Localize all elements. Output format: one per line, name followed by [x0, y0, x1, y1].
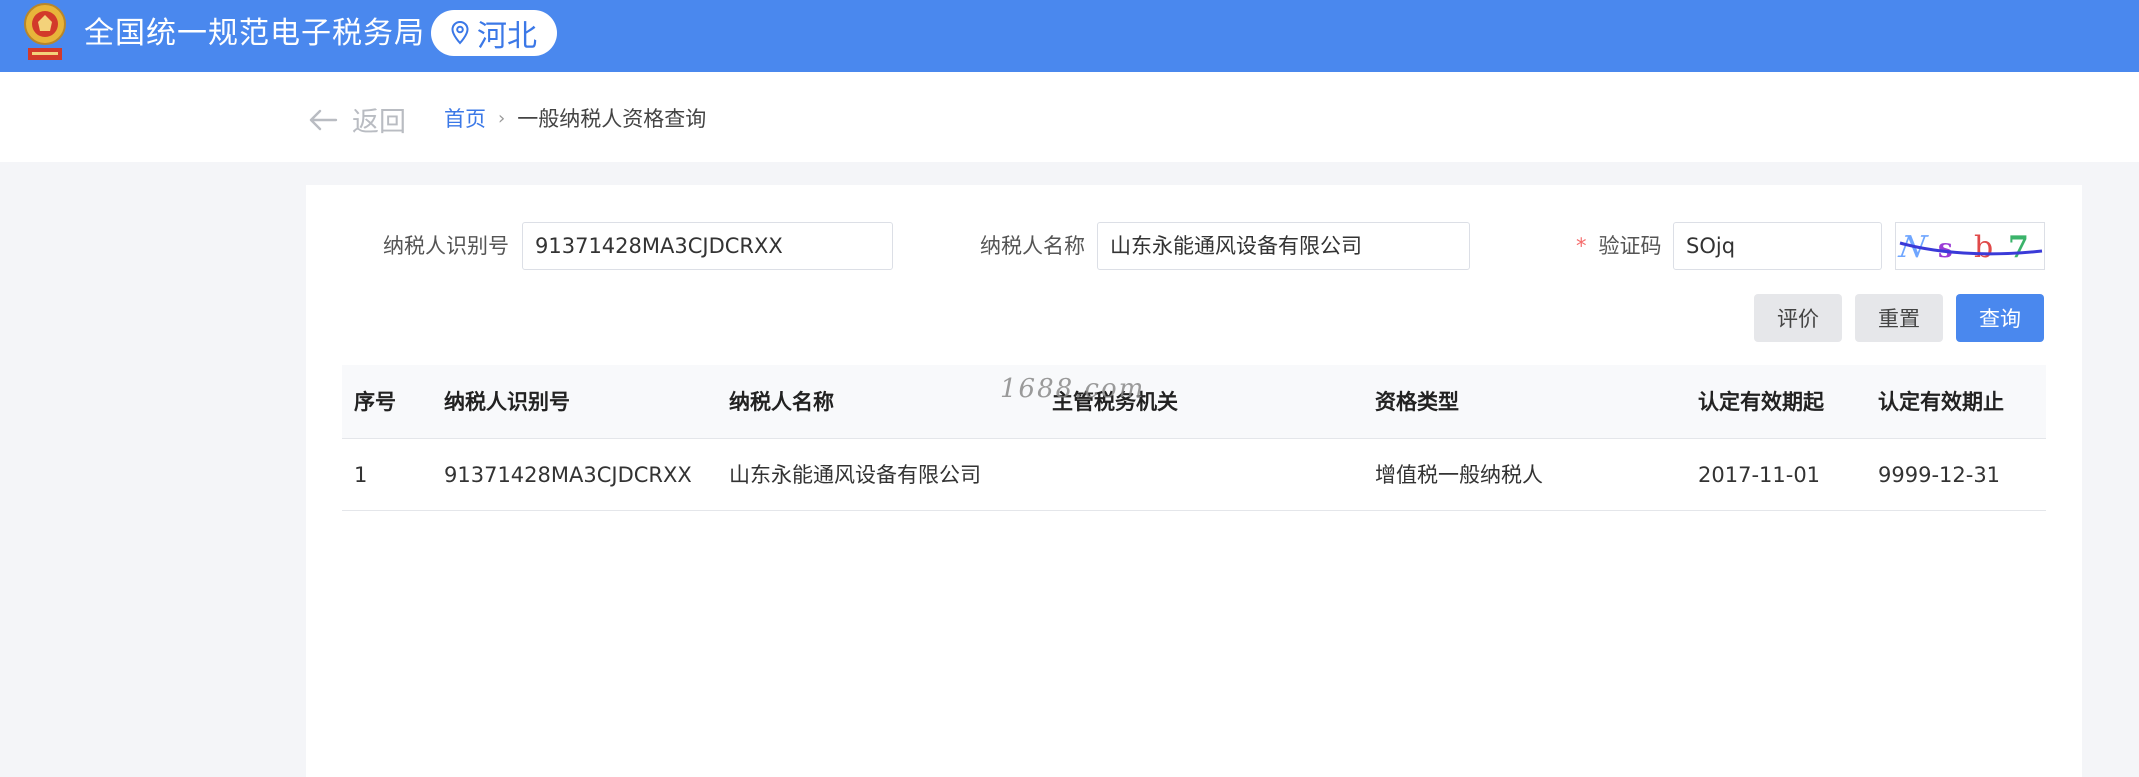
top-header: 全国统一规范电子税务局 河北 [0, 0, 2139, 72]
captcha-input[interactable]: SOjq [1673, 222, 1882, 270]
site-title[interactable]: 全国统一规范电子税务局 [84, 14, 425, 54]
col-header-taxpayer-id: 纳税人识别号 [444, 390, 570, 414]
arrow-left-icon [309, 109, 338, 130]
cell-qualification-type: 增值税一般纳税人 [1375, 463, 1543, 487]
table-header-row: 序号 纳税人识别号 纳税人名称 主管税务机关 资格类型 认定有效期起 认定有效期… [342, 365, 2046, 439]
cell-index: 1 [354, 463, 368, 487]
reset-button[interactable]: 重置 [1855, 294, 1943, 342]
required-mark: * [1576, 234, 1587, 258]
taxpayer-id-label: 纳税人识别号 [383, 234, 509, 258]
breadcrumb-bar: 返回 首页 › 一般纳税人资格查询 [0, 72, 2139, 162]
query-panel: 纳税人识别号 91371428MA3CJDCRXX 纳税人名称 山东永能通风设备… [306, 185, 2082, 777]
query-button[interactable]: 查询 [1956, 294, 2044, 342]
col-header-valid-from: 认定有效期起 [1698, 390, 1824, 414]
back-button[interactable]: 返回 [308, 100, 406, 139]
taxpayer-name-label: 纳税人名称 [980, 234, 1085, 258]
svg-text:7: 7 [2008, 230, 2029, 265]
back-label: 返回 [352, 107, 406, 138]
location-pin-icon [451, 21, 469, 45]
captcha-label: 验证码 [1598, 234, 1662, 258]
cell-taxpayer-name: 山东永能通风设备有限公司 [729, 463, 981, 487]
breadcrumb-current: 一般纳税人资格查询 [517, 107, 707, 131]
cell-taxpayer-id: 91371428MA3CJDCRXX [444, 463, 692, 487]
breadcrumb-home-link[interactable]: 首页 [444, 103, 486, 133]
taxpayer-id-input[interactable]: 91371428MA3CJDCRXX [522, 222, 893, 270]
table-row[interactable]: 1 91371428MA3CJDCRXX 山东永能通风设备有限公司 增值税一般纳… [342, 439, 2046, 511]
captcha-label-group: * 验证码 [1576, 231, 1662, 261]
region-selector[interactable]: 河北 [431, 10, 557, 56]
svg-text:s: s [1938, 234, 1953, 264]
cell-valid-to: 9999-12-31 [1878, 463, 2001, 487]
col-header-index: 序号 [354, 390, 396, 414]
col-header-qualification-type: 资格类型 [1375, 390, 1459, 414]
chevron-right-icon: › [498, 107, 506, 129]
cell-valid-from: 2017-11-01 [1698, 463, 1821, 487]
captcha-image[interactable]: N s b 7 [1895, 222, 2045, 270]
col-header-taxpayer-name: 纳税人名称 [729, 390, 834, 414]
evaluate-button[interactable]: 评价 [1754, 294, 1842, 342]
col-header-valid-to: 认定有效期止 [1878, 390, 2004, 414]
svg-text:b: b [1974, 230, 1993, 265]
region-label: 河北 [477, 19, 537, 54]
breadcrumb: 首页 › 一般纳税人资格查询 [444, 103, 706, 133]
taxpayer-name-input[interactable]: 山东永能通风设备有限公司 [1097, 222, 1470, 270]
results-table: 序号 纳税人识别号 纳税人名称 主管税务机关 资格类型 认定有效期起 认定有效期… [342, 365, 2046, 511]
tax-emblem-icon [24, 3, 66, 60]
watermark-text: 1688.com [1000, 374, 1146, 404]
